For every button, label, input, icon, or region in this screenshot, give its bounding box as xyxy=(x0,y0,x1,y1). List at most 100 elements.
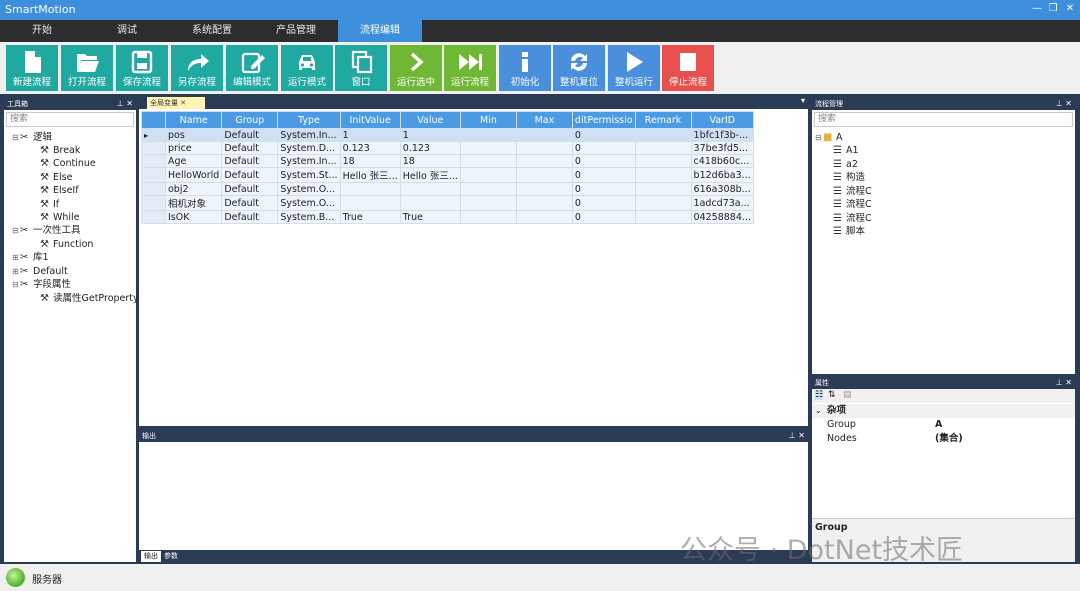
toolbox-search-input[interactable]: 搜索 xyxy=(6,112,134,127)
table-cell[interactable]: c418b60c... xyxy=(690,154,754,168)
table-cell[interactable]: 18 xyxy=(339,154,401,168)
table-cell[interactable]: 0.123 xyxy=(399,141,461,155)
menu-tab-product[interactable]: 产品管理 xyxy=(254,20,338,42)
table-cell[interactable]: IsOK xyxy=(164,210,223,224)
column-header[interactable]: ditPermissio xyxy=(571,111,636,129)
column-header[interactable]: VarID xyxy=(690,111,754,129)
tree-node-field-props[interactable]: ⊟✂ 字段属性 xyxy=(12,278,71,291)
table-cell[interactable]: 0 xyxy=(571,167,636,183)
table-cell[interactable] xyxy=(634,182,692,196)
table-cell[interactable]: 37be3fd5... xyxy=(690,141,754,155)
column-header[interactable]: Remark xyxy=(634,111,692,129)
row-header[interactable] xyxy=(141,195,166,211)
column-header[interactable]: Name xyxy=(164,111,223,129)
table-row[interactable]: obj2 Default System.O... 0 616a308b... xyxy=(141,182,754,196)
table-cell[interactable]: System.O... xyxy=(277,182,341,196)
table-cell[interactable]: 1adcd73a... xyxy=(690,195,754,211)
table-cell[interactable]: System.O... xyxy=(277,195,341,211)
tree-node-logic[interactable]: ⊟✂ 逻辑 xyxy=(12,131,52,144)
table-cell[interactable]: True xyxy=(339,210,401,224)
table-cell[interactable] xyxy=(459,210,517,224)
table-cell[interactable]: System.D... xyxy=(277,141,341,155)
table-cell[interactable] xyxy=(459,141,517,155)
table-row[interactable]: ▸ pos Default System.In... 1 1 0 1bfc1f3b-... xyxy=(141,128,754,142)
flow-root-node[interactable]: ⊟■ A xyxy=(815,131,843,144)
categorized-icon[interactable]: ☷ xyxy=(815,390,824,400)
table-cell[interactable] xyxy=(339,195,401,211)
menu-tab-debug[interactable]: 调试 xyxy=(85,20,169,42)
table-cell[interactable] xyxy=(515,128,573,142)
initialize-button[interactable]: 初始化 xyxy=(499,45,551,91)
table-cell[interactable] xyxy=(634,141,692,155)
tree-leaf[interactable]: ⚒ If xyxy=(40,198,59,211)
table-cell[interactable] xyxy=(515,167,573,183)
table-row[interactable]: IsOK Default System.B... True True 0 04258884.… xyxy=(141,210,754,224)
props-category-row[interactable]: ⌄ 杂项 xyxy=(812,404,1075,418)
table-cell[interactable]: pos xyxy=(164,128,223,142)
table-cell[interactable]: 1 xyxy=(339,128,401,142)
tree-leaf[interactable]: ⚒ Break xyxy=(40,144,80,157)
run-selected-button[interactable]: 运行选中 xyxy=(390,45,442,91)
tree-leaf[interactable]: ⚒ Else xyxy=(40,171,72,184)
tree-leaf[interactable]: ⚒ While xyxy=(40,211,80,224)
table-cell[interactable]: Default xyxy=(221,195,279,211)
flow-node[interactable]: ☰ A1 xyxy=(833,144,859,157)
table-cell[interactable]: 0.123 xyxy=(339,141,401,155)
table-cell[interactable] xyxy=(515,141,573,155)
table-cell[interactable]: System.B... xyxy=(277,210,341,224)
tree-leaf[interactable]: ⚒ 读属性GetProperty xyxy=(40,292,139,305)
table-cell[interactable] xyxy=(634,195,692,211)
menu-tab-flow-edit[interactable]: 流程编辑 xyxy=(338,20,422,42)
table-cell[interactable] xyxy=(459,182,517,196)
column-header[interactable]: Value xyxy=(399,111,461,129)
column-header[interactable]: Max xyxy=(515,111,573,129)
flow-node[interactable]: ☰ a2 xyxy=(833,158,858,171)
table-row[interactable]: 相机对象 Default System.O... 0 1adcd73a... xyxy=(141,195,754,211)
row-header[interactable] xyxy=(141,167,166,183)
table-cell[interactable] xyxy=(459,154,517,168)
table-cell[interactable]: Default xyxy=(221,141,279,155)
table-cell[interactable]: Default xyxy=(221,154,279,168)
tree-leaf[interactable]: ⚒ ElseIf xyxy=(40,184,79,197)
tree-leaf[interactable]: ⚒ Function xyxy=(40,238,93,251)
table-cell[interactable]: System.In... xyxy=(277,154,341,168)
sort-alpha-icon[interactable]: ⇅ xyxy=(828,390,836,400)
table-cell[interactable]: 04258884... xyxy=(690,210,754,224)
table-cell[interactable] xyxy=(634,210,692,224)
table-cell[interactable] xyxy=(459,195,517,211)
save-as-flow-button[interactable]: 另存流程 xyxy=(171,45,223,91)
pin-close-icons[interactable]: ⊥ ✕ xyxy=(789,430,805,442)
table-cell[interactable] xyxy=(459,167,517,183)
table-cell[interactable]: 0 xyxy=(571,154,636,168)
run-flow-button[interactable]: 运行流程 xyxy=(444,45,496,91)
table-cell[interactable]: System.In... xyxy=(277,128,341,142)
table-row[interactable]: Age Default System.In... 18 18 0 c418b60c... xyxy=(141,154,754,168)
table-cell[interactable]: 1 xyxy=(399,128,461,142)
table-cell[interactable] xyxy=(515,195,573,211)
table-row[interactable]: price Default System.D... 0.123 0.123 0 37be3f… xyxy=(141,141,754,155)
new-flow-button[interactable]: 新建流程 xyxy=(6,45,58,91)
table-cell[interactable]: System.St... xyxy=(277,167,341,183)
table-cell[interactable]: 0 xyxy=(571,195,636,211)
row-header[interactable] xyxy=(141,141,166,155)
table-cell[interactable]: True xyxy=(399,210,461,224)
row-header[interactable] xyxy=(141,210,166,224)
table-cell[interactable] xyxy=(634,154,692,168)
table-cell[interactable] xyxy=(515,210,573,224)
tree-node-default[interactable]: ⊞✂ Default xyxy=(12,265,68,278)
pin-close-icons[interactable]: ⊥ ✕ xyxy=(117,98,133,110)
property-row[interactable]: Nodes (集合) xyxy=(812,432,1075,446)
table-cell[interactable]: 0 xyxy=(571,210,636,224)
table-cell[interactable]: Hello 张三... xyxy=(339,167,401,183)
table-cell[interactable]: 1bfc1f3b-... xyxy=(690,128,754,142)
table-cell[interactable]: Default xyxy=(221,167,279,183)
restore-icon[interactable]: ❐ xyxy=(1046,2,1060,16)
tree-node-lib1[interactable]: ⊞✂ 库1 xyxy=(12,251,49,264)
flow-node[interactable]: ☰ 流程C xyxy=(833,198,872,211)
table-cell[interactable]: Default xyxy=(221,128,279,142)
table-cell[interactable] xyxy=(634,167,692,183)
table-cell[interactable] xyxy=(339,182,401,196)
table-cell[interactable]: price xyxy=(164,141,223,155)
table-cell[interactable]: HelloWorld xyxy=(164,167,223,183)
table-cell[interactable] xyxy=(515,154,573,168)
